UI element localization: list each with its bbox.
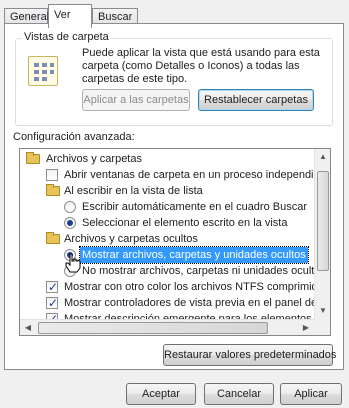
scroll-left-arrow-icon[interactable]: ◀ [20,320,36,335]
apply-button[interactable]: Aplicar [280,383,342,405]
checkbox-preview-handlers[interactable] [46,295,58,311]
radio-select-typed-item[interactable] [64,217,76,229]
tree-item-hidden-files[interactable]: Archivos y carpetas ocultos [20,231,316,247]
tree-item-open-separate-process[interactable]: Abrir ventanas de carpeta en un proceso … [20,167,330,183]
accept-button[interactable]: Aceptar [126,383,196,405]
advanced-settings-tree[interactable]: Archivos y carpetas Abrir ventanas de ca… [19,148,331,336]
folder-views-legend: Vistas de carpeta [22,31,111,43]
tree-item-preview-handlers[interactable]: Mostrar controladores de vista previa en… [20,295,330,311]
folder-views-description: Puede aplicar la vista que está usando p… [82,47,320,85]
folder-icon [46,232,60,244]
checkbox-open-separate-process[interactable] [46,169,58,181]
scrollbar-corner [314,319,330,335]
tree-horizontal-scrollbar[interactable]: ◀ ▶ [20,319,314,335]
checkbox-ntfs-color[interactable] [46,279,58,295]
folder-icon [46,184,60,196]
tree-item-select-typed-item[interactable]: Seleccionar el elemento escrito en la vi… [20,215,316,231]
tab-panel-ver: Vistas de carpeta Puede aplicar la vista… [4,23,344,370]
apply-to-folders-button[interactable]: Aplicar a las carpetas [82,89,190,111]
tree-item-type-in-search[interactable]: Escribir automáticamente en el cuadro Bu… [20,199,316,215]
cancel-button[interactable]: Cancelar [204,383,274,405]
tree-item-ntfs-color[interactable]: Mostrar con otro color los archivos NTFS… [20,279,330,295]
radio-type-in-search[interactable] [64,201,76,213]
hand-cursor-icon [64,253,82,273]
reset-folders-button[interactable]: Restablecer carpetas [198,89,314,111]
folder-views-group: Vistas de carpeta Puede aplicar la vista… [15,31,333,126]
horizontal-scroll-thumb[interactable] [38,322,268,334]
tree-item-typing-list-view[interactable]: Al escribir en la vista de lista [20,183,316,199]
restore-defaults-button[interactable]: Restaurar valores predeterminados [163,344,336,366]
scroll-down-arrow-icon[interactable]: ▼ [315,303,330,319]
tab-ver[interactable]: Ver [48,4,92,28]
tree-vertical-scrollbar[interactable]: ▲ ▼ [314,149,330,319]
folder-icon [26,152,40,164]
scroll-right-arrow-icon[interactable]: ▶ [298,320,314,335]
tree-item-archivos-y-carpetas[interactable]: Archivos y carpetas [20,151,316,167]
folder-view-icon [28,56,58,86]
scroll-up-arrow-icon[interactable]: ▲ [315,149,330,165]
vertical-scroll-thumb[interactable] [317,171,329,271]
advanced-settings-label: Configuración avanzada: [13,131,135,143]
